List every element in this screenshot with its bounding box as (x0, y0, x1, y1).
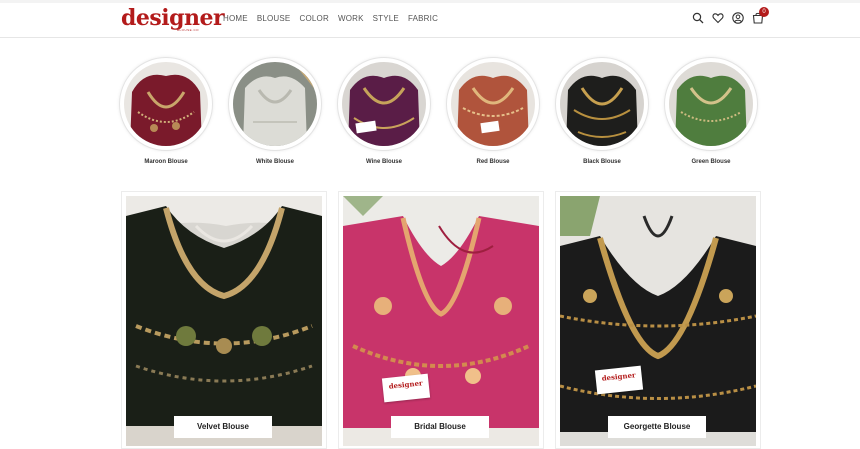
nav-color[interactable]: COLOR (299, 14, 328, 24)
product-image: designer Georgette Blouse (560, 196, 756, 446)
category-label: Wine Blouse (366, 159, 402, 165)
product-image: Velvet Blouse (126, 196, 322, 446)
category-image-ring (446, 57, 540, 151)
category-carousel: Maroon Blouse White Blouse Wine Blouse R… (119, 57, 767, 169)
product-image: designer Bridal Blouse (343, 196, 539, 446)
category-image (669, 62, 753, 146)
category-image-ring (555, 57, 649, 151)
category-image (233, 62, 317, 146)
category-label: White Blouse (255, 159, 294, 165)
category-image (451, 62, 535, 146)
brand-tag-text: designer (388, 378, 424, 391)
header-top-strip (0, 0, 860, 3)
nav-home[interactable]: HOME (223, 14, 248, 24)
brand-tag: designer (594, 365, 644, 395)
view-bridal-blouse-button[interactable]: Bridal Blouse (391, 416, 489, 438)
category-image-ring (228, 57, 322, 151)
nav-style[interactable]: STYLE (373, 14, 399, 24)
category-label: Maroon Blouse (144, 159, 188, 165)
nav-work[interactable]: WORK (338, 14, 364, 24)
user-icon[interactable] (732, 12, 744, 24)
brand-logo[interactable]: designer BLOUSE.CO (121, 5, 225, 34)
cart-count-badge: 0 (759, 7, 769, 17)
nav-fabric[interactable]: FABRIC (408, 14, 438, 24)
nav-blouse[interactable]: BLOUSE (257, 14, 291, 24)
brand-tag-text: designer (601, 370, 637, 383)
category-green-blouse[interactable]: Green Blouse (664, 57, 758, 165)
header-actions: 0 (692, 7, 769, 24)
category-wine-blouse[interactable]: Wine Blouse (337, 57, 431, 165)
category-white-blouse[interactable]: White Blouse (228, 57, 322, 165)
product-card-bridal[interactable]: designer Bridal Blouse (338, 191, 544, 449)
category-black-blouse[interactable]: Black Blouse (555, 57, 649, 165)
category-image (560, 62, 644, 146)
search-icon[interactable] (692, 12, 704, 24)
category-label: Green Blouse (691, 159, 731, 165)
category-label: Red Blouse (476, 159, 510, 165)
product-card-velvet[interactable]: Velvet Blouse (121, 191, 327, 449)
brand-logo-subtext: BLOUSE.CO (177, 28, 200, 32)
category-image-ring (664, 57, 758, 151)
category-image-ring (337, 57, 431, 151)
brand-logo-wordmark: designer (121, 5, 225, 31)
category-image-ring (119, 57, 213, 151)
cart-icon[interactable]: 0 (752, 7, 769, 24)
brand-tag: designer (381, 373, 431, 403)
view-velvet-blouse-button[interactable]: Velvet Blouse (174, 416, 272, 438)
category-maroon-blouse[interactable]: Maroon Blouse (119, 57, 213, 165)
category-image (124, 62, 208, 146)
category-image (342, 62, 426, 146)
heart-icon[interactable] (712, 12, 724, 24)
category-red-blouse[interactable]: Red Blouse (446, 57, 540, 165)
view-georgette-blouse-button[interactable]: Georgette Blouse (608, 416, 706, 438)
category-label: Black Blouse (583, 159, 621, 165)
product-card-georgette[interactable]: designer Georgette Blouse (555, 191, 761, 449)
site-header: designer BLOUSE.CO HOME BLOUSE COLOR WOR… (0, 0, 860, 38)
main-nav: HOME BLOUSE COLOR WORK STYLE FABRIC (223, 14, 447, 24)
